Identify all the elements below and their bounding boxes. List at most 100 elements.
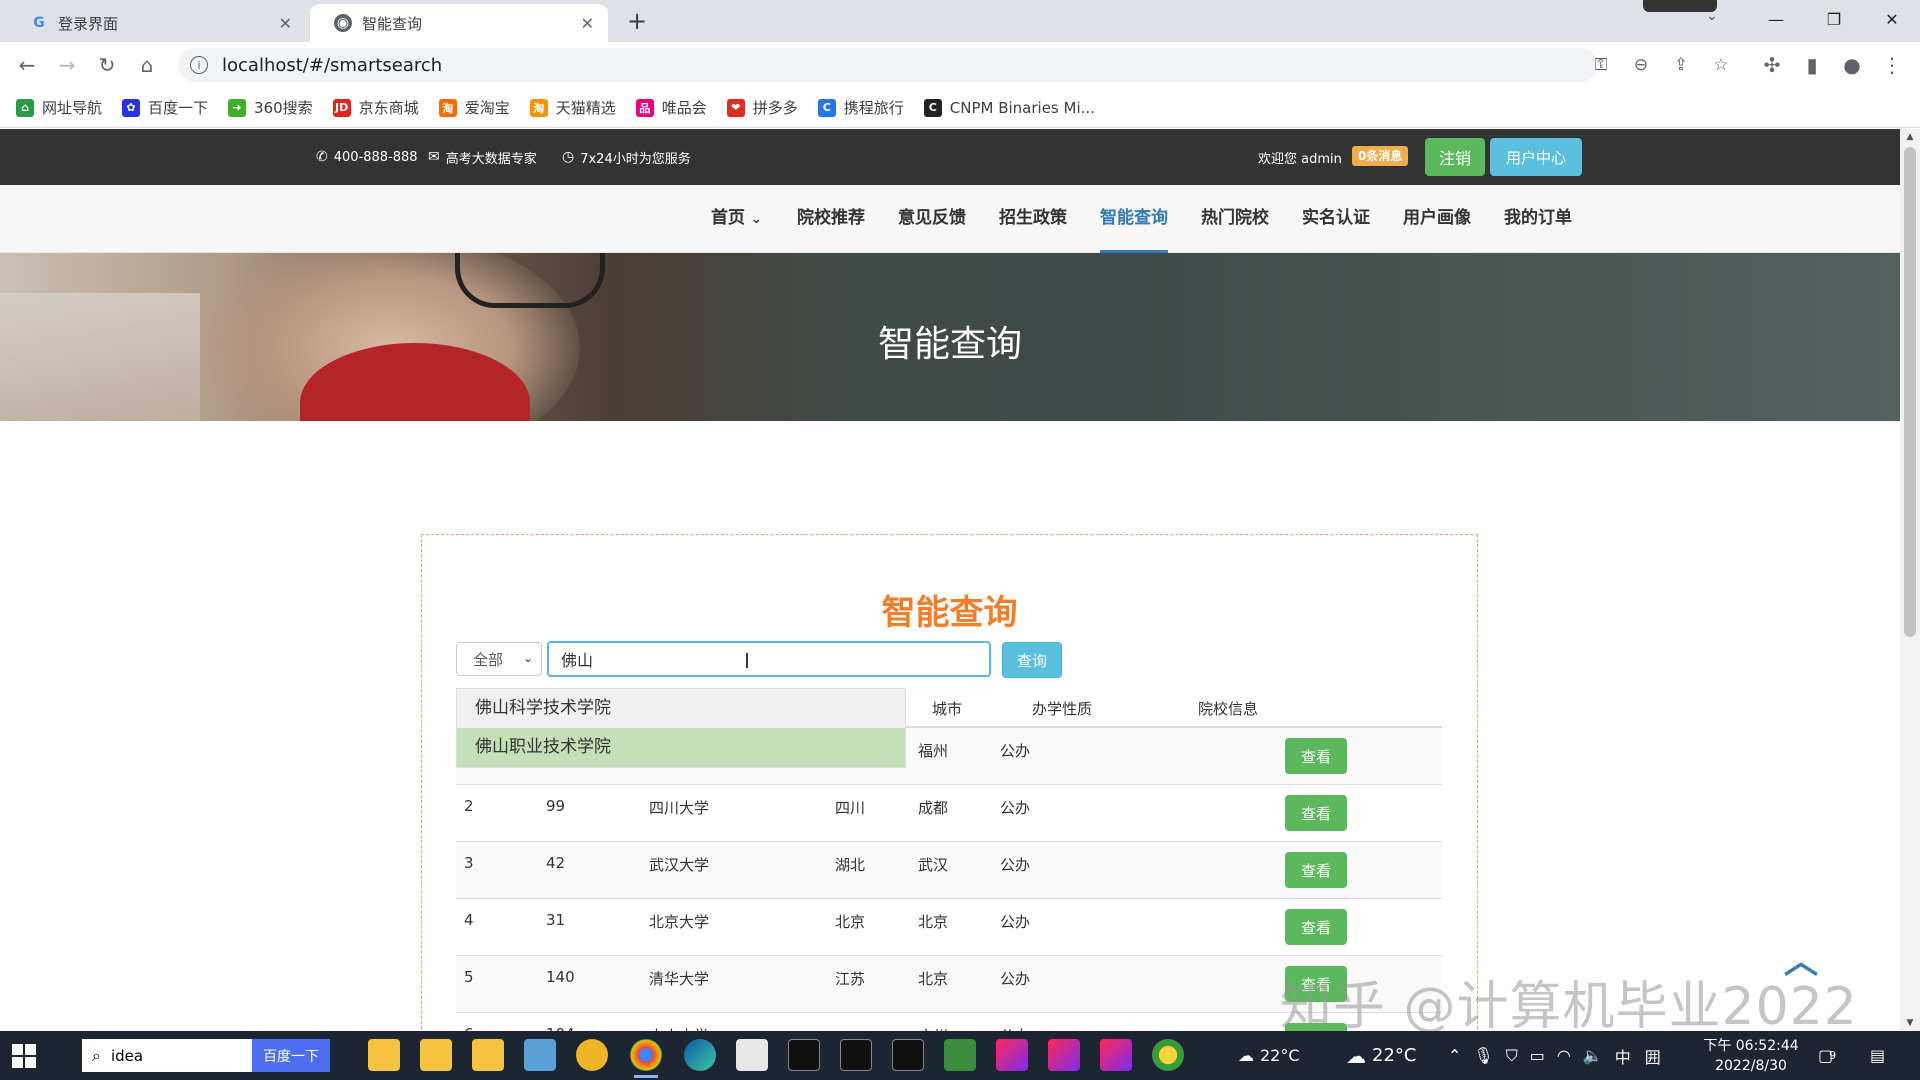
windows-start-icon[interactable] — [12, 1044, 36, 1068]
cloud-icon: ☁ — [1346, 1043, 1366, 1068]
nav-home[interactable]: 首页 ⌄ — [711, 185, 762, 253]
bookmark-item[interactable]: 淘天猫精选 — [529, 97, 616, 118]
search-input[interactable]: 佛山 I — [547, 641, 991, 677]
home-icon[interactable]: ⌂ — [132, 50, 162, 80]
security-shield-icon[interactable]: ⛉ — [1506, 1046, 1518, 1066]
volume-icon[interactable]: 🔈 — [1583, 1046, 1603, 1065]
bookmark-item[interactable]: C 携程旅行 — [817, 97, 904, 118]
chrome-icon[interactable] — [630, 1039, 662, 1078]
header-city: 城市 — [932, 700, 963, 718]
scroll-up-icon[interactable]: ▲ — [1900, 129, 1920, 145]
notepad-icon[interactable] — [736, 1039, 768, 1071]
scroll-down-icon[interactable]: ▼ — [1900, 1015, 1920, 1031]
nav-orders[interactable]: 我的订单 — [1504, 185, 1572, 253]
keyboard-layout-icon[interactable]: 囲 — [1645, 1044, 1661, 1068]
wifi-icon[interactable]: ◠ — [1557, 1046, 1571, 1065]
close-tab-icon[interactable]: ✕ — [581, 14, 594, 33]
nav-verification[interactable]: 实名认证 — [1302, 185, 1370, 253]
image-viewer-icon[interactable] — [524, 1039, 556, 1071]
bookmark-item[interactable]: ⌂ 网址导航 — [16, 97, 102, 118]
url-text[interactable]: localhost/#/smartsearch — [222, 55, 442, 76]
extensions-icon[interactable]: ✣ — [1757, 50, 1787, 80]
chat-app-icon[interactable] — [576, 1039, 608, 1071]
app-icon[interactable] — [1152, 1039, 1184, 1071]
clock[interactable]: 下午 06:52:44 2022/8/30 — [1696, 1036, 1806, 1076]
show-hidden-icons-icon[interactable]: ⌃ — [1448, 1046, 1461, 1065]
terminal-icon[interactable] — [840, 1039, 872, 1071]
bookmark-item[interactable]: 品唯品会 — [635, 97, 707, 118]
message-badge[interactable]: 0条消息 — [1352, 146, 1409, 166]
logout-button[interactable]: 注销 — [1425, 138, 1485, 176]
suggestion-item[interactable]: 佛山科学技术学院 — [457, 689, 905, 728]
nav-recommend[interactable]: 院校推荐 — [797, 185, 865, 253]
terminal-icon[interactable] — [892, 1039, 924, 1071]
query-button[interactable]: 查询 — [1002, 642, 1062, 678]
nav-smartsearch[interactable]: 智能查询 — [1100, 185, 1168, 253]
edge-icon[interactable] — [684, 1039, 716, 1071]
search-icon: ⌕ — [92, 1045, 101, 1065]
view-button[interactable]: 查看 — [1285, 795, 1347, 831]
bookmark-item[interactable]: ➜ 360搜索 — [228, 97, 313, 118]
terminal-icon[interactable] — [788, 1039, 820, 1071]
bookmark-star-icon[interactable]: ☆ — [1706, 48, 1736, 82]
view-button[interactable]: 查看 — [1285, 738, 1347, 774]
tab-smartsearch[interactable]: ◉ 智能查询 ✕ — [310, 4, 608, 42]
suggestion-item[interactable]: 佛山职业技术学院 — [457, 728, 905, 767]
page-viewport: ✆ 400-888-888 ✉ 高考大数据专家 ◷ 7x24小时为您服务 欢迎您… — [0, 129, 1900, 1031]
scroll-thumb[interactable] — [1904, 147, 1916, 637]
spreadsheet-icon[interactable] — [944, 1039, 976, 1071]
intellij-idea-icon[interactable] — [1048, 1039, 1080, 1071]
bookmark-item[interactable]: C CNPM Binaries Mi... — [923, 98, 1095, 117]
tab-login[interactable]: G 登录界面 ✕ — [6, 4, 306, 42]
bookmark-favicon-icon: C — [923, 98, 942, 117]
nav-user-profile[interactable]: 用户画像 — [1403, 185, 1471, 253]
weather-widget-2[interactable]: ☁ 22°C — [1346, 1031, 1416, 1080]
key-icon[interactable]: ⚿ — [1586, 48, 1616, 82]
user-center-button[interactable]: 用户中心 — [1490, 138, 1582, 176]
back-arrow-icon[interactable]: ← — [12, 50, 42, 80]
side-panel-icon[interactable]: ▮ — [1797, 50, 1827, 80]
menu-kebab-icon[interactable]: ⋮ — [1877, 50, 1907, 80]
notification-icon: ▤ — [1870, 1046, 1886, 1065]
zoom-icon[interactable]: ⊖ — [1626, 48, 1656, 82]
profile-avatar-icon[interactable]: ● — [1837, 50, 1867, 80]
reload-icon[interactable]: ↻ — [92, 50, 122, 80]
taskbar-search-input[interactable]: ⌕ idea — [82, 1039, 252, 1072]
scope-select[interactable]: 全部 ⌄ — [456, 642, 542, 676]
minimize-button[interactable]: — — [1748, 0, 1804, 38]
restore-button[interactable]: ❐ — [1806, 0, 1862, 38]
action-center-icon[interactable]: ▤ — [1870, 1031, 1885, 1080]
new-tab-button[interactable]: + — [622, 6, 652, 36]
bookmark-item[interactable]: 淘爱淘宝 — [438, 97, 510, 118]
expert-info: ✉ 高考大数据专家 — [428, 129, 537, 185]
bookmark-item[interactable]: ✿ 百度一下 — [122, 97, 208, 118]
battery-icon[interactable]: ▭ — [1530, 1046, 1545, 1065]
nav-hot-schools[interactable]: 热门院校 — [1201, 185, 1269, 253]
weather-widget[interactable]: ☁ 22°C — [1238, 1031, 1300, 1080]
baidu-search-button[interactable]: 百度一下 — [252, 1039, 330, 1072]
welcome-text: 欢迎您 admin — [1258, 152, 1342, 167]
share-icon[interactable]: ⇪ — [1666, 48, 1696, 82]
window-close-button[interactable]: ✕ — [1864, 0, 1920, 38]
bookmark-item[interactable]: JD 京东商城 — [332, 97, 419, 118]
nav-policy[interactable]: 招生政策 — [999, 185, 1067, 253]
address-bar[interactable]: i localhost/#/smartsearch ⚿ ⊖ ⇪ ☆ — [178, 48, 1729, 82]
forward-arrow-icon[interactable]: → — [52, 50, 82, 80]
folder-icon[interactable] — [420, 1039, 452, 1071]
intellij-idea-icon[interactable] — [1100, 1039, 1132, 1071]
view-button[interactable]: 查看 — [1285, 852, 1347, 888]
service-text: 7x24小时为您服务 — [580, 151, 691, 167]
folder-icon[interactable] — [368, 1039, 400, 1071]
site-info-icon[interactable]: i — [190, 56, 208, 74]
ime-indicator[interactable]: 中 — [1615, 1044, 1631, 1068]
notification-count-icon[interactable]: ▢ 9 — [1818, 1031, 1836, 1080]
page-scrollbar[interactable]: ▲ ▼ — [1900, 129, 1920, 1031]
close-tab-icon[interactable]: ✕ — [279, 14, 292, 33]
intellij-idea-icon[interactable] — [996, 1039, 1028, 1071]
tab-search-chevron-icon[interactable]: ⌄ — [1706, 8, 1718, 24]
microphone-icon[interactable]: 🎙 — [1473, 1046, 1493, 1065]
folder-icon[interactable] — [472, 1039, 504, 1071]
bookmark-item[interactable]: ❤ 拼多多 — [726, 97, 798, 118]
view-button[interactable]: 查看 — [1285, 909, 1347, 945]
nav-feedback[interactable]: 意见反馈 — [898, 185, 966, 253]
